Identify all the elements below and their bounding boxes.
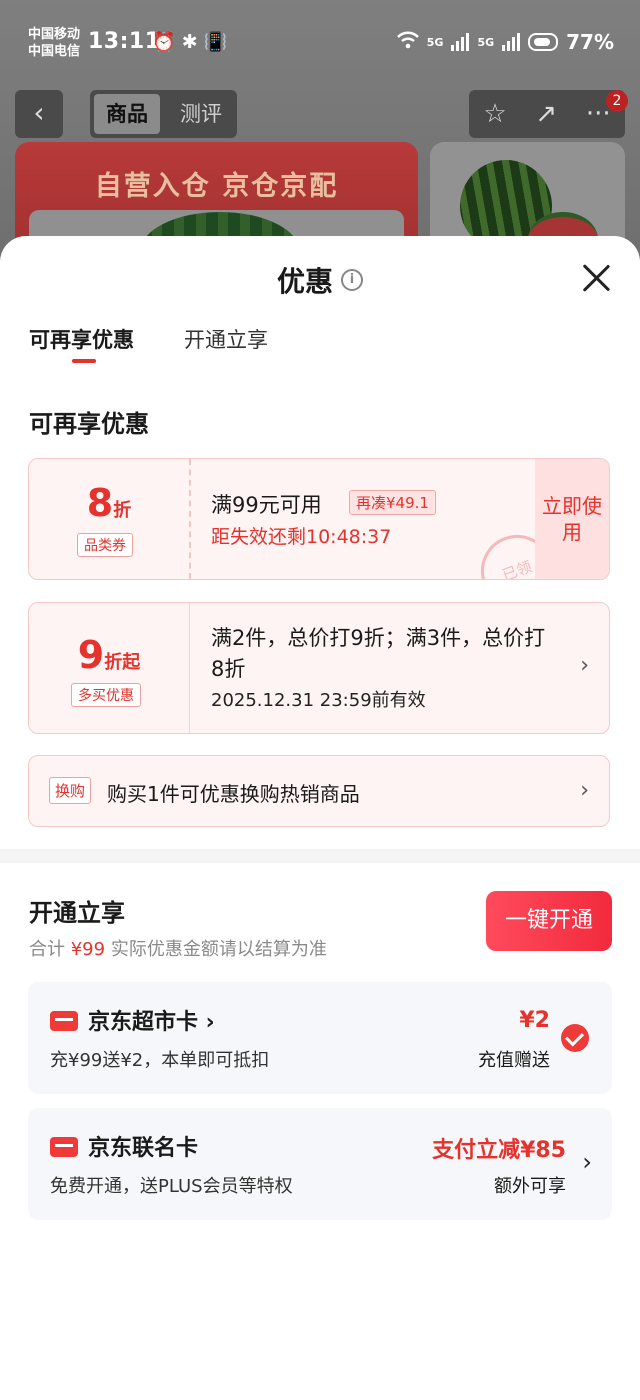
clock: 13:11 bbox=[88, 29, 161, 54]
coupon-value-area: 9折起 多买优惠 bbox=[29, 603, 190, 733]
tab-open-benefits[interactable]: 开通立享 bbox=[184, 324, 268, 354]
sheet-title: 优惠 i bbox=[0, 260, 640, 300]
signal-icon bbox=[451, 33, 470, 51]
battery-icon bbox=[528, 33, 559, 51]
coupon-countdown: 距失效还剩10:48:37 bbox=[211, 526, 392, 548]
star-icon[interactable]: ☆ bbox=[483, 99, 506, 129]
tab-product[interactable]: 商品 bbox=[94, 94, 160, 134]
network-5g-2: 5G bbox=[477, 35, 495, 49]
checkmark-icon[interactable] bbox=[561, 1024, 589, 1052]
coupon-value: 9折起 bbox=[29, 633, 189, 677]
coupon-topup-pill: 再凑¥49.1 bbox=[349, 490, 436, 515]
coupon-value-area: 8折 品类券 bbox=[29, 459, 191, 579]
status-bar: 中国移动 中国电信 13:11 ⏰ ✱ 📳 5G 5G 77% bbox=[0, 0, 640, 84]
chevron-right-icon: › bbox=[580, 653, 589, 678]
card-amount-note: 额外可享 bbox=[494, 1176, 566, 1197]
card-icon bbox=[50, 1137, 78, 1157]
section-divider bbox=[0, 849, 640, 863]
trade-in-tag: 换购 bbox=[49, 777, 92, 804]
share-icon[interactable]: ↗ bbox=[535, 99, 557, 129]
chevron-right-icon: › bbox=[580, 778, 589, 803]
info-icon[interactable]: i bbox=[341, 269, 363, 291]
product-tabs: 商品 测评 bbox=[90, 90, 237, 138]
status-right: 5G 5G 77% bbox=[396, 30, 614, 54]
status-icons: ⏰ ✱ 📳 bbox=[152, 31, 228, 53]
one-click-open-button[interactable]: 一键开通 bbox=[486, 891, 612, 951]
coupon-value-number: 8 bbox=[86, 481, 114, 525]
section-title-open-benefits: 开通立享 bbox=[29, 899, 125, 927]
notification-badge: 2 bbox=[606, 90, 628, 112]
coupon-type-tag: 多买优惠 bbox=[71, 683, 141, 707]
product-nav: ‹ 商品 测评 ☆ ↗ ··· bbox=[0, 90, 640, 140]
coupon-category[interactable]: 8折 品类券 满99元可用 再凑¥49.1 距失效还剩10:48:37 已领 立… bbox=[28, 458, 610, 580]
coupon-multi-buy[interactable]: 9折起 多买优惠 满2件，总价打9折；满3件，总价打8折 2025.12.31 … bbox=[28, 602, 610, 734]
card-name: 京东联名卡 bbox=[88, 1136, 199, 1161]
sheet-title-text: 优惠 bbox=[276, 265, 333, 298]
trade-in-offer[interactable]: 换购 购买1件可优惠换购热销商品 › bbox=[28, 755, 610, 827]
summary-prefix: 合计 bbox=[29, 939, 65, 960]
tab-review[interactable]: 测评 bbox=[168, 94, 234, 134]
chevron-right-icon[interactable]: › bbox=[582, 1148, 592, 1176]
coupon-value: 8折 bbox=[29, 481, 189, 525]
coupon-type-tag: 品类券 bbox=[77, 533, 133, 557]
use-now-button[interactable]: 立即使用 bbox=[535, 459, 609, 579]
card-amount: ¥2 bbox=[519, 1008, 550, 1033]
card-name[interactable]: 京东超市卡 › bbox=[88, 1004, 215, 1036]
section-title-discounts: 可再享优惠 bbox=[29, 410, 149, 438]
wifi-icon bbox=[396, 30, 419, 54]
coupon-value-unit: 折起 bbox=[104, 652, 141, 673]
carrier-2: 中国电信 bbox=[28, 44, 81, 59]
card-amount: 支付立减¥85 bbox=[432, 1138, 566, 1163]
background-page: 中国移动 中国电信 13:11 ⏰ ✱ 📳 5G 5G 77% ‹ 商品 测评 … bbox=[0, 0, 640, 292]
coupon-condition: 满99元可用 bbox=[211, 493, 322, 517]
battery-level: 77% bbox=[566, 30, 614, 54]
tab-available-discounts[interactable]: 可再享优惠 bbox=[29, 324, 134, 354]
product-actions: ☆ ↗ ··· bbox=[469, 90, 625, 138]
tab-indicator bbox=[72, 359, 96, 363]
network-5g-1: 5G bbox=[426, 35, 444, 49]
back-button[interactable]: ‹ bbox=[15, 90, 63, 138]
coupon-value-unit: 折 bbox=[113, 500, 132, 521]
promotion-sheet: 优惠 i 可再享优惠 开通立享 可再享优惠 8折 品类券 满99元可用 再凑¥49… bbox=[0, 236, 640, 1400]
supermarket-card-option[interactable]: 京东超市卡 › 充¥99送¥2，本单即可抵扣 ¥2 充值赠送 bbox=[28, 982, 612, 1094]
summary-amount: ¥99 bbox=[70, 939, 106, 960]
card-amount-note: 充值赠送 bbox=[478, 1050, 550, 1071]
summary-line: 合计 ¥99 实际优惠金额请以结算为准 bbox=[29, 935, 327, 961]
carrier-1: 中国移动 bbox=[28, 27, 81, 42]
coupon-validity: 2025.12.31 23:59前有效 bbox=[211, 690, 426, 711]
card-description: 免费开通，送PLUS会员等特权 bbox=[50, 1176, 293, 1197]
signal-icon-2 bbox=[502, 33, 521, 51]
summary-note: 实际优惠金额请以结算为准 bbox=[110, 939, 327, 960]
trade-in-text: 购买1件可优惠换购热销商品 bbox=[107, 782, 360, 806]
co-branded-card-option[interactable]: 京东联名卡 免费开通，送PLUS会员等特权 支付立减¥85 额外可享 › bbox=[28, 1108, 612, 1220]
coupon-value-number: 9 bbox=[77, 633, 105, 677]
carrier-info: 中国移动 中国电信 bbox=[28, 26, 80, 60]
card-description: 充¥99送¥2，本单即可抵扣 bbox=[50, 1050, 270, 1071]
coupon-condition: 满2件，总价打9折；满3件，总价打8折 bbox=[211, 626, 546, 681]
card-icon bbox=[50, 1011, 78, 1031]
close-icon[interactable] bbox=[578, 260, 614, 296]
banner-text: 自营入仓 京仓京配 bbox=[94, 171, 339, 202]
